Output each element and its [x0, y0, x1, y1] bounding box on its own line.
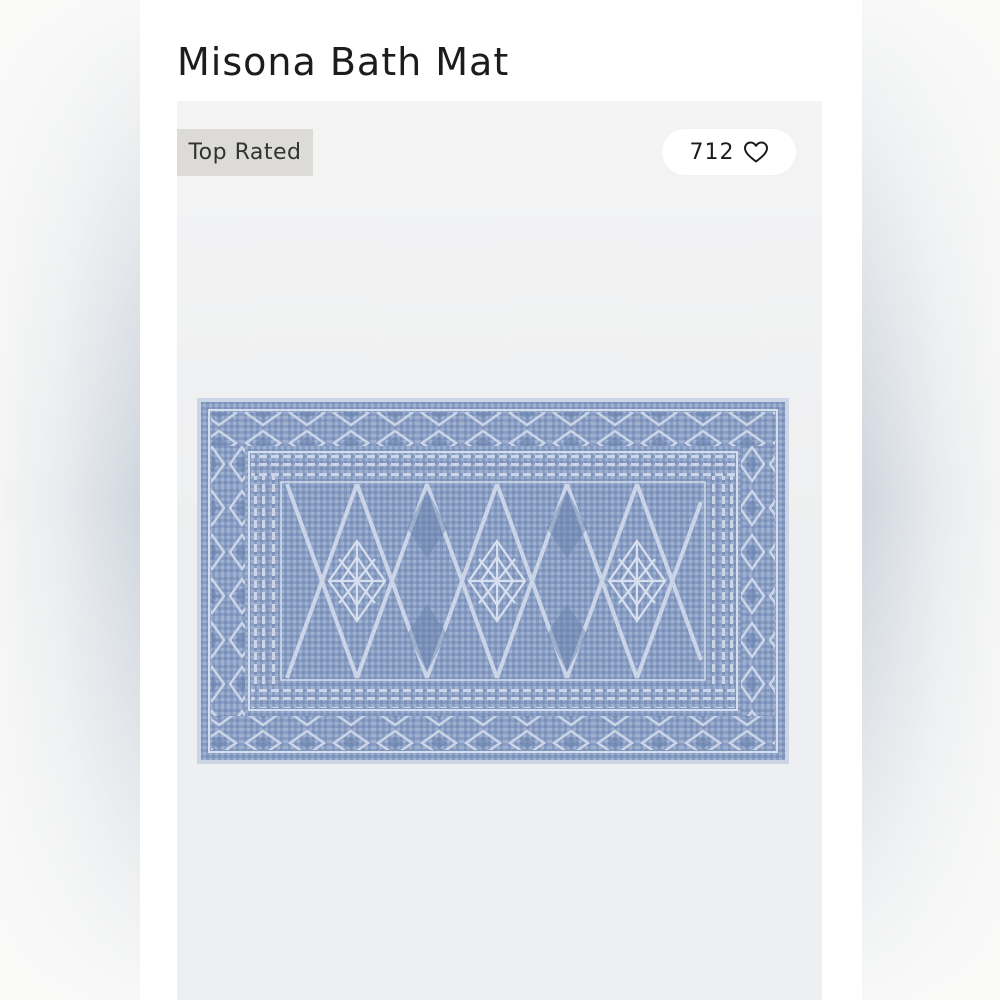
heart-icon — [743, 141, 768, 163]
product-card: Misona Bath Mat Top Rated 712 — [140, 0, 862, 1000]
left-blur-backdrop — [0, 0, 140, 1000]
top-rated-badge: Top Rated — [177, 129, 313, 176]
product-title: Misona Bath Mat — [177, 40, 510, 84]
product-image-panel[interactable]: Top Rated 712 — [177, 101, 822, 1000]
like-count: 712 — [689, 139, 735, 165]
right-blur-backdrop — [862, 0, 1000, 1000]
like-button[interactable]: 712 — [662, 129, 796, 175]
bath-mat-image — [197, 398, 789, 764]
